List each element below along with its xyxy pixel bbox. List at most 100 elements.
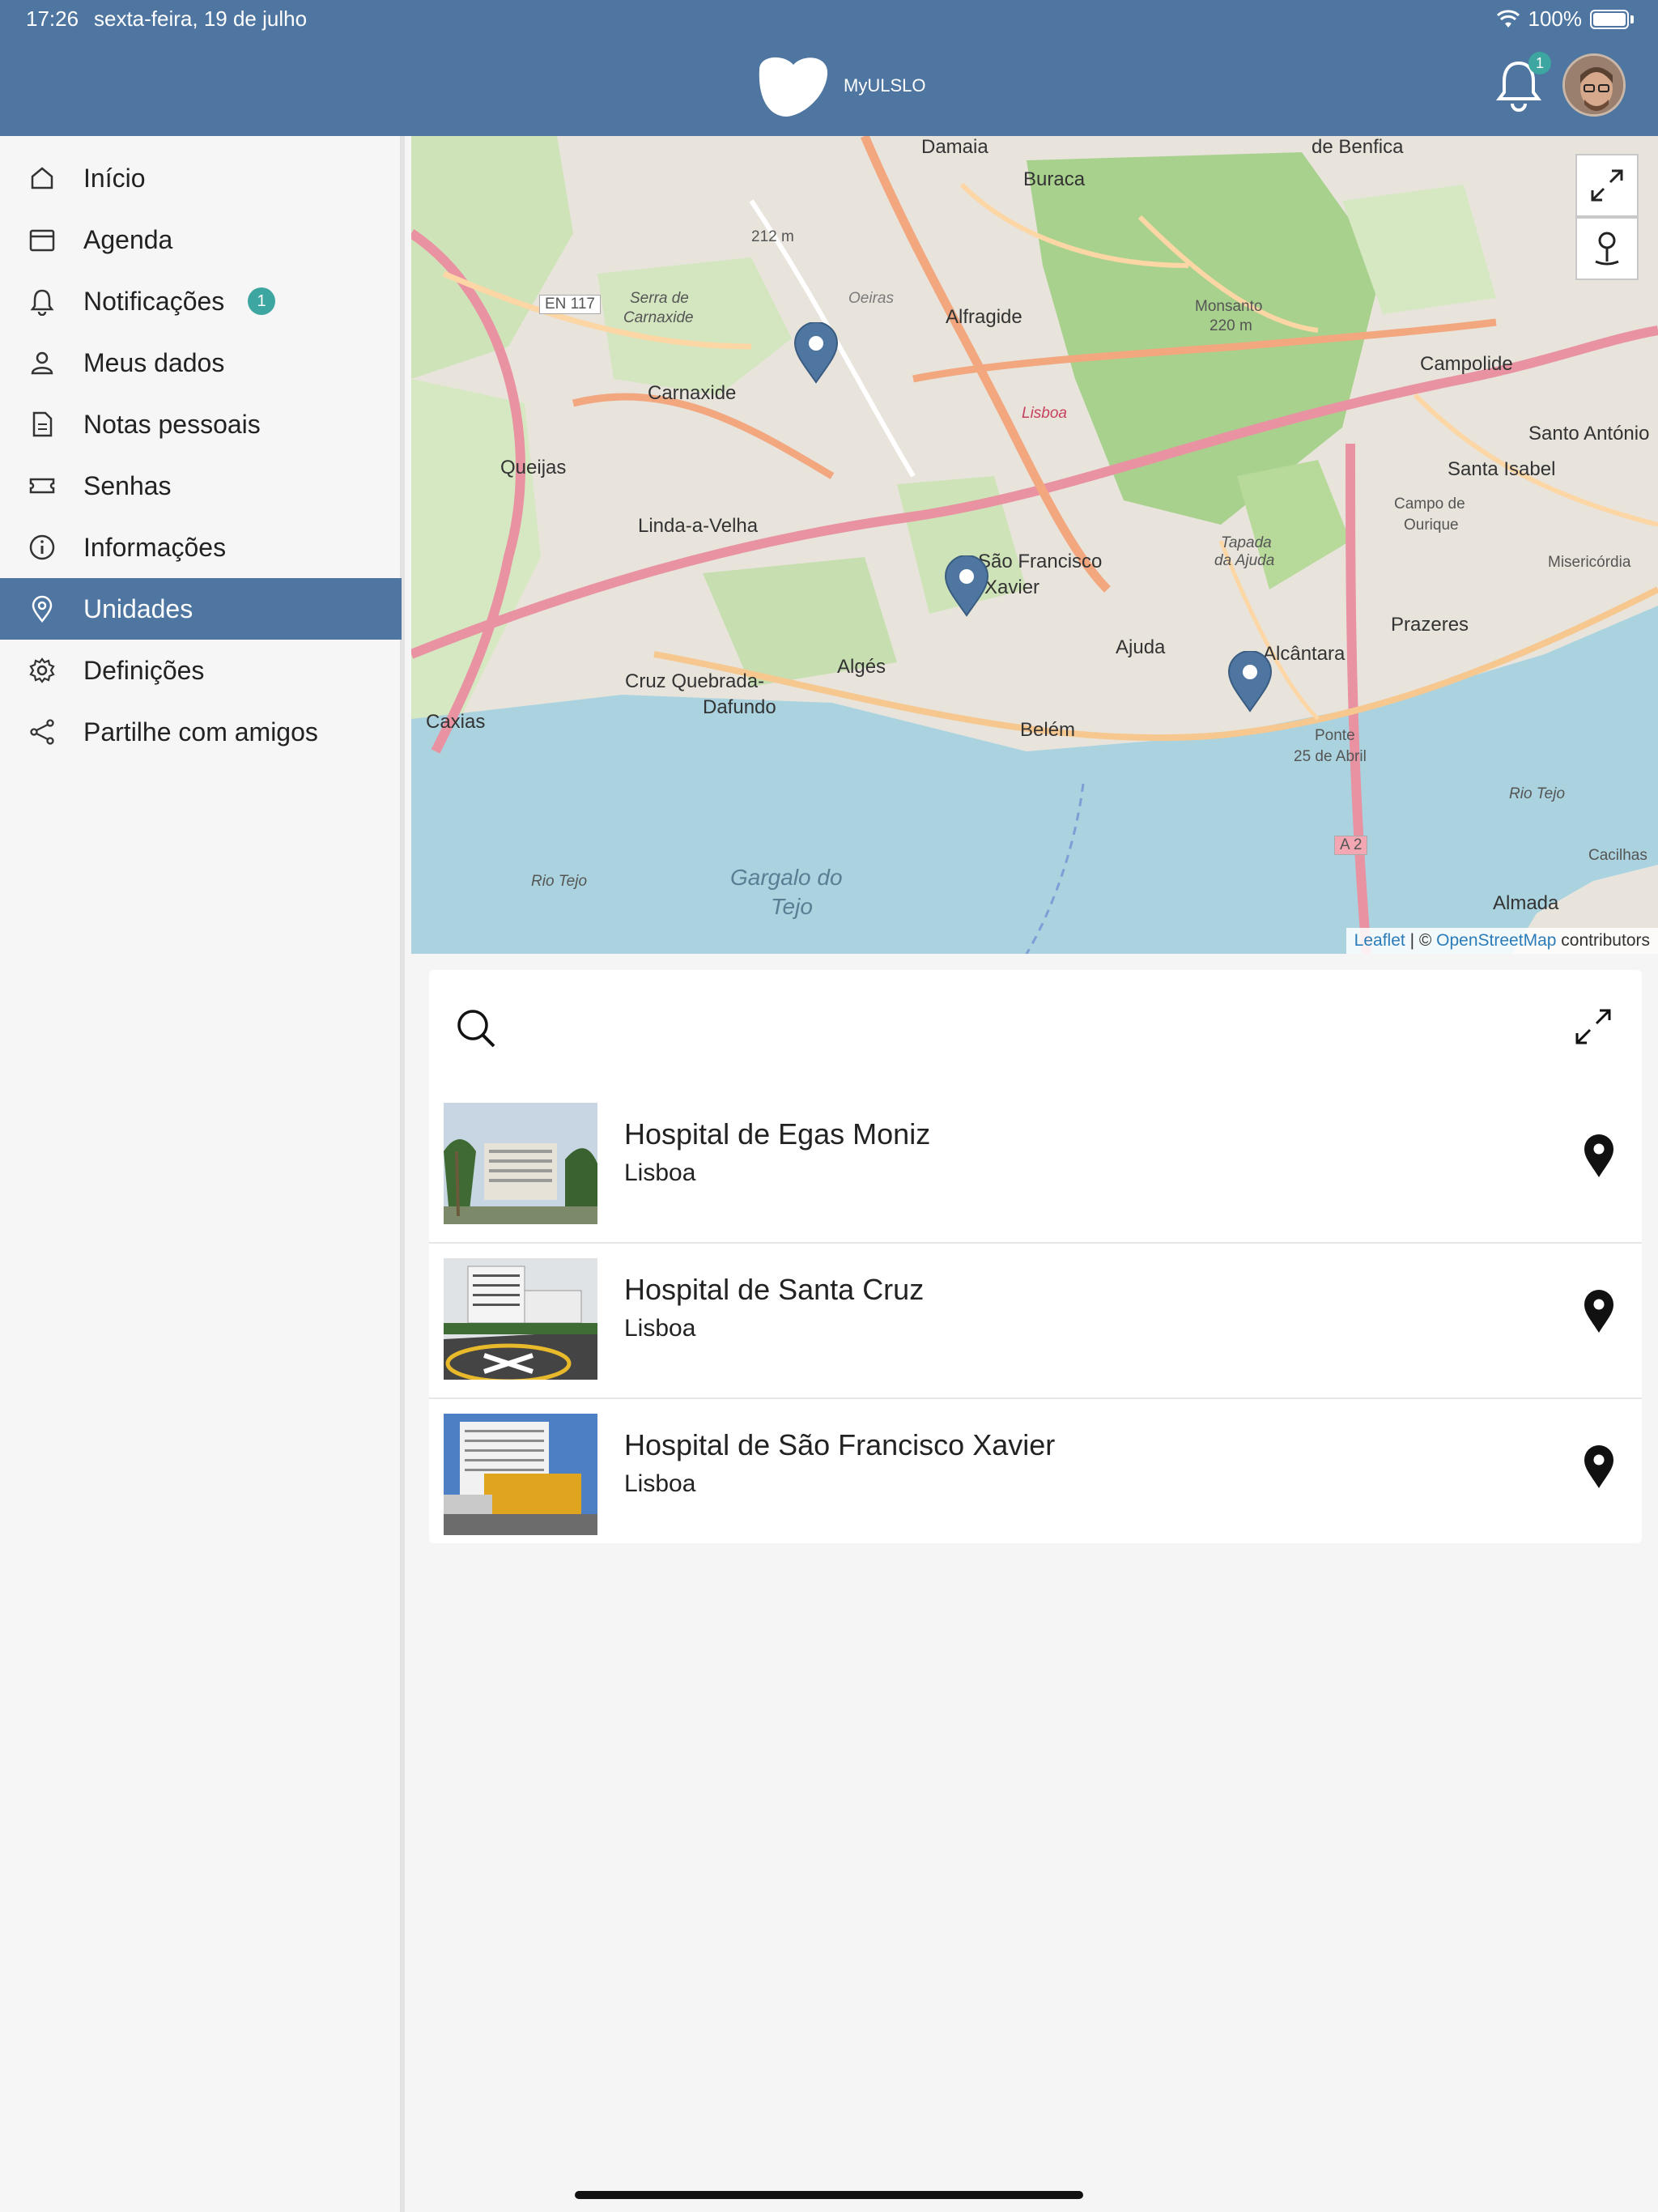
map-label: Tapada <box>1221 534 1272 551</box>
unit-photo <box>444 1103 597 1224</box>
sidebar-item-label: Notificações <box>83 286 225 316</box>
share-icon <box>30 719 54 745</box>
map-label: Monsanto <box>1195 298 1263 315</box>
calendar-icon <box>29 229 55 252</box>
leaflet-link[interactable]: Leaflet <box>1354 931 1405 950</box>
location-pin-icon[interactable] <box>1583 1289 1615 1334</box>
map-label: Santo António <box>1528 423 1650 445</box>
map-label: 212 m <box>751 228 794 245</box>
unit-city: Lisboa <box>624 1470 696 1497</box>
map-label: 220 m <box>1209 317 1252 334</box>
sidebar-item-notas-pessoais[interactable]: Notas pessoais <box>0 393 402 455</box>
sidebar-item-label: Partilhe com amigos <box>83 717 318 747</box>
pin-locate-icon <box>1595 232 1619 266</box>
map-marker-hospital[interactable] <box>793 322 839 384</box>
unit-name: Hospital de Egas Moniz <box>624 1117 931 1151</box>
map-marker-hospital[interactable] <box>944 555 989 617</box>
unit-city: Lisboa <box>624 1315 696 1342</box>
map-label: Carnaxide <box>623 309 694 326</box>
home-icon <box>31 167 53 189</box>
map-locate-button[interactable] <box>1575 217 1639 280</box>
map[interactable]: Damaia Buraca de Benfica Alfragide Carna… <box>411 136 1658 954</box>
sidebar-item-informacoes[interactable]: Informações <box>0 517 402 578</box>
units-search-bar <box>429 970 1642 1088</box>
bell-icon <box>30 289 54 316</box>
openstreetmap-link[interactable]: OpenStreetMap <box>1436 931 1556 950</box>
battery-icon <box>1590 9 1629 29</box>
map-label: 25 de Abril <box>1294 748 1367 765</box>
map-label: Misericórdia <box>1548 554 1631 571</box>
avatar[interactable] <box>1562 53 1626 117</box>
sidebar-item-partilhe[interactable]: Partilhe com amigos <box>0 701 402 763</box>
sidebar-item-unidades[interactable]: Unidades <box>0 578 402 640</box>
sidebar-item-label: Definições <box>83 655 205 685</box>
search-icon[interactable] <box>453 1006 499 1051</box>
user-icon <box>31 351 53 375</box>
map-label: Campolide <box>1420 353 1513 375</box>
map-label: Tejo <box>771 894 813 919</box>
status-time: 17:26 <box>26 6 79 31</box>
map-label: Belém <box>1020 719 1076 741</box>
location-pin-icon[interactable] <box>1583 1134 1615 1179</box>
map-label: Alfragide <box>946 306 1022 328</box>
location-pin-icon[interactable] <box>1583 1444 1615 1490</box>
unit-row[interactable]: Hospital de São Francisco Xavier Lisboa <box>429 1399 1642 1555</box>
map-attribution: Leaflet | © OpenStreetMap contributors <box>1346 928 1658 954</box>
sidebar-item-label: Início <box>83 163 146 193</box>
notifications-count-badge: 1 <box>248 287 275 315</box>
map-label: da Ajuda <box>1214 552 1275 569</box>
map-label: Gargalo do <box>730 865 843 890</box>
map-fullscreen-button[interactable] <box>1575 154 1639 217</box>
app-header: 17:26 sexta-feira, 19 de julho 100% MyUL… <box>0 0 1658 136</box>
map-label: Algés <box>837 656 886 678</box>
gear-icon <box>29 657 55 683</box>
status-date: sexta-feira, 19 de julho <box>94 6 308 31</box>
document-icon <box>32 411 53 437</box>
sidebar-item-definicoes[interactable]: Definições <box>0 640 402 701</box>
map-label: Lisboa <box>1022 405 1067 422</box>
unit-name: Hospital de Santa Cruz <box>624 1273 925 1306</box>
sidebar-item-agenda[interactable]: Agenda <box>0 209 402 270</box>
map-label: Xavier <box>984 576 1040 598</box>
app-name: MyULSLO <box>844 75 926 96</box>
map-label: Santa Isabel <box>1448 458 1556 480</box>
map-label: São Francisco <box>978 551 1103 572</box>
unit-row[interactable]: Hospital de Egas Moniz Lisboa <box>429 1088 1642 1244</box>
wifi-icon <box>1496 9 1520 28</box>
ticket-icon <box>29 478 55 494</box>
home-indicator[interactable] <box>575 2191 1083 2199</box>
sidebar-item-notificacoes[interactable]: Notificações 1 <box>0 270 402 332</box>
map-label: Ajuda <box>1116 636 1166 658</box>
map-marker-hospital[interactable] <box>1227 651 1273 713</box>
heart-logo-icon <box>759 57 828 117</box>
unit-photo <box>444 1414 597 1535</box>
sidebar-item-senhas[interactable]: Senhas <box>0 455 402 517</box>
map-label: A 2 <box>1334 836 1368 855</box>
sidebar-item-label: Meus dados <box>83 347 225 377</box>
sidebar-item-meus-dados[interactable]: Meus dados <box>0 332 402 393</box>
map-label: Prazeres <box>1391 614 1469 636</box>
sidebar-item-label: Notas pessoais <box>83 409 261 439</box>
battery-percent: 100% <box>1528 6 1583 31</box>
map-label: Cruz Quebrada- <box>625 670 765 692</box>
map-label: Almada <box>1493 892 1559 914</box>
map-label: EN 117 <box>539 295 601 314</box>
sidebar-item-label: Agenda <box>83 224 173 254</box>
unit-row[interactable]: Hospital de Santa Cruz Lisboa <box>429 1244 1642 1399</box>
expand-list-icon[interactable] <box>1571 1004 1616 1049</box>
app-logo: MyULSLO <box>755 53 925 118</box>
map-label: Caxias <box>426 711 486 733</box>
map-label: Rio Tejo <box>531 873 588 890</box>
notifications-badge: 1 <box>1528 52 1551 74</box>
map-label: Serra de <box>630 290 689 307</box>
location-icon <box>32 595 53 623</box>
unit-photo <box>444 1258 597 1380</box>
sidebar-item-label: Informações <box>83 532 227 562</box>
sidebar-item-inicio[interactable]: Início <box>0 147 402 209</box>
sidebar-item-label: Senhas <box>83 470 172 500</box>
map-label: Carnaxide <box>648 382 737 404</box>
expand-icon <box>1591 169 1623 202</box>
map-label: Damaia <box>921 136 988 158</box>
map-label: Ourique <box>1404 517 1459 534</box>
map-label: Ponte <box>1315 727 1355 744</box>
